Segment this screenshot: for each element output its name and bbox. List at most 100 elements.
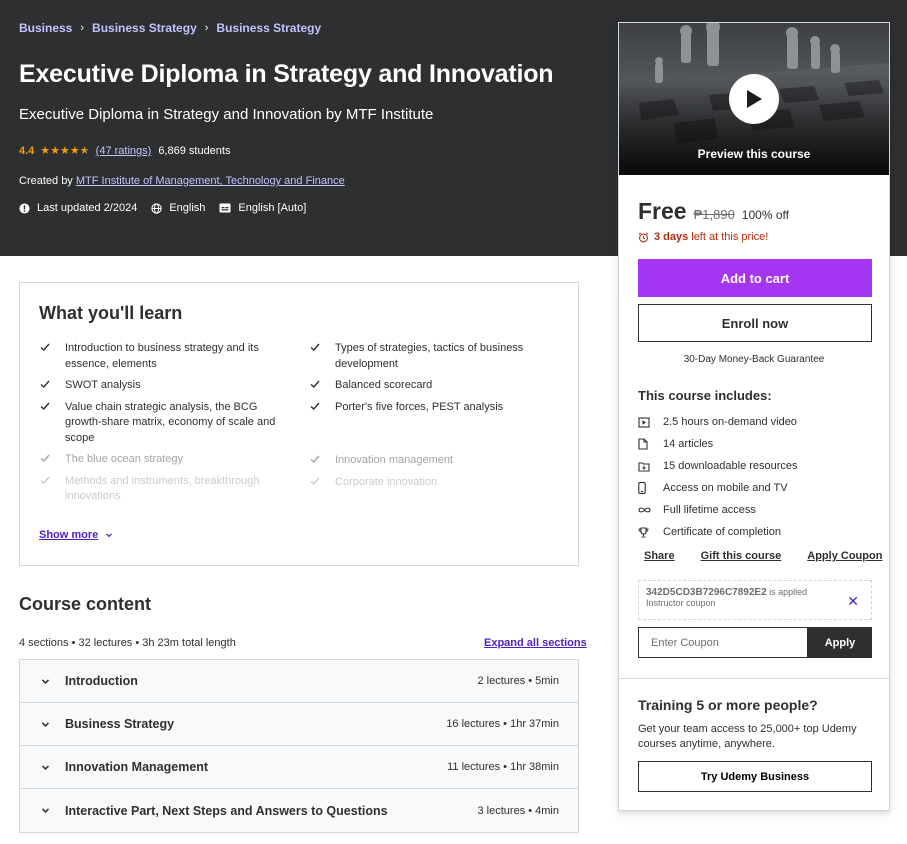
divider: [619, 678, 889, 679]
learn-item-text: Innovation management: [335, 454, 454, 466]
chevron-down-icon: [106, 533, 113, 538]
alert-badge-icon: [19, 202, 30, 214]
author-link[interactable]: MTF Institute of Management, Technology …: [76, 175, 345, 187]
section-row[interactable]: Interactive Part, Next Steps and Answers…: [20, 789, 578, 832]
apply-coupon-button[interactable]: Apply: [808, 627, 872, 658]
play-icon[interactable]: [729, 74, 779, 124]
language-text: English: [169, 202, 206, 214]
includes-title: This course includes:: [638, 388, 772, 403]
check-icon: [310, 402, 320, 410]
include-text: 2.5 hours on-demand video: [663, 416, 797, 428]
section-info: 11 lectures • 1hr 38min: [447, 761, 559, 773]
purchase-sidebar: Preview this course Free ₱1,890 100% off…: [618, 22, 890, 811]
check-icon: [310, 343, 320, 351]
star-icon: ★: [60, 144, 70, 157]
list-item: Value chain strategic analysis, the BCG …: [39, 400, 279, 447]
course-preview-video[interactable]: Preview this course: [619, 23, 889, 175]
chevron-down-icon: [40, 805, 51, 816]
timer-days: 3 days: [654, 231, 689, 243]
learn-item-text: The blue ocean strategy: [65, 453, 184, 465]
expand-all-sections-button[interactable]: Expand all sections: [484, 637, 587, 649]
learn-title: What you'll learn: [39, 303, 183, 323]
language: English: [151, 202, 205, 214]
check-icon: [310, 455, 320, 463]
coupon-form: Apply: [638, 627, 872, 658]
try-udemy-business-button[interactable]: Try Udemy Business: [638, 761, 872, 792]
learn-list-left: Introduction to business strategy and it…: [39, 341, 279, 511]
section-name: Innovation Management: [65, 760, 209, 774]
timer-text: left at this price!: [691, 231, 769, 243]
check-icon: [310, 380, 320, 388]
learn-item-text: Corporate innovation: [335, 475, 438, 488]
list-item: Porter's five forces, PEST analysis: [309, 400, 549, 416]
closed-captions-icon: [219, 203, 231, 213]
breadcrumb: Business › Business Strategy › Business …: [19, 21, 321, 35]
coupon-input[interactable]: [638, 627, 808, 658]
section-row[interactable]: Introduction 2 lectures • 5min: [20, 660, 578, 703]
coupon-applied-line: 342D5CD3B7296C7892E2 is applied: [646, 587, 864, 598]
list-item: 15 downloadable resources: [638, 455, 798, 477]
ratings-link[interactable]: (47 ratings): [96, 145, 152, 157]
list-item: SWOT analysis: [39, 378, 279, 394]
list-item: The blue ocean strategy: [39, 452, 279, 468]
list-item: 14 articles: [638, 433, 798, 455]
list-item: Full lifetime access: [638, 499, 798, 521]
breadcrumb-item-2[interactable]: Business Strategy: [92, 21, 197, 35]
file-icon: [638, 438, 656, 450]
last-updated-text: Last updated 2/2024: [37, 202, 138, 214]
list-item: Balanced scorecard: [309, 378, 549, 394]
team-title: Training 5 or more people?: [638, 697, 818, 713]
globe-icon: [151, 202, 162, 214]
breadcrumb-item-1[interactable]: Business: [19, 21, 72, 35]
apply-coupon-link[interactable]: Apply Coupon: [807, 550, 882, 562]
star-half-icon: ★: [79, 144, 90, 157]
close-icon[interactable]: ✕: [847, 593, 859, 610]
star-icon: ★: [69, 144, 80, 157]
learn-item-text: Balanced scorecard: [335, 379, 433, 391]
breadcrumb-item-3[interactable]: Business Strategy: [216, 21, 321, 35]
rating-number: 4.4: [19, 145, 35, 157]
price-row: Free ₱1,890 100% off: [638, 198, 789, 225]
course-meta: Last updated 2/2024 English English [Aut…: [19, 202, 320, 214]
section-info: 2 lectures • 5min: [477, 675, 560, 687]
enroll-now-button[interactable]: Enroll now: [638, 304, 872, 342]
mobile-icon: [638, 482, 656, 494]
video-icon: [638, 416, 656, 428]
star-icon: ★: [40, 144, 51, 157]
learn-item-text: Types of strategies, tactics of business…: [335, 342, 524, 370]
check-icon: [40, 380, 50, 388]
course-content-meta: 4 sections • 32 lectures • 3h 23m total …: [19, 637, 236, 649]
last-updated: Last updated 2/2024: [19, 202, 137, 214]
alarm-clock-icon: [638, 232, 649, 242]
check-icon: [40, 402, 50, 410]
learn-list-right: Types of strategies, tactics of business…: [309, 341, 549, 496]
share-link[interactable]: Share: [644, 550, 675, 562]
list-item: Certificate of completion: [638, 521, 798, 543]
learn-item-text: Value chain strategic analysis, the BCG …: [65, 400, 276, 444]
list-item: Methods and instruments, breakthrough in…: [39, 474, 279, 505]
download-icon: [638, 461, 656, 472]
include-text: Access on mobile and TV: [663, 482, 788, 494]
learn-item-text: SWOT analysis: [65, 379, 141, 391]
section-name: Introduction: [65, 674, 138, 688]
chevron-down-icon: [40, 762, 51, 773]
coupon-type: Instructor coupon: [646, 598, 716, 608]
star-rating: ★ ★ ★ ★ ★: [40, 144, 90, 157]
money-back-guarantee: 30-Day Money-Back Guarantee: [683, 354, 825, 365]
section-row[interactable]: Business Strategy 16 lectures • 1hr 37mi…: [20, 703, 578, 746]
gift-course-link[interactable]: Gift this course: [701, 550, 782, 562]
check-icon: [40, 343, 50, 351]
show-more-button[interactable]: Show more: [39, 529, 114, 541]
created-by: Created by MTF Institute of Management, …: [19, 175, 345, 187]
course-content-title: Course content: [19, 594, 152, 614]
list-item: 2.5 hours on-demand video: [638, 411, 798, 433]
section-list: Introduction 2 lectures • 5min Business …: [19, 659, 579, 833]
section-row[interactable]: Innovation Management 11 lectures • 1hr …: [20, 746, 578, 789]
trophy-icon: [638, 526, 656, 538]
section-info: 3 lectures • 4min: [477, 804, 560, 817]
add-to-cart-button[interactable]: Add to cart: [638, 259, 872, 297]
section-name: Interactive Part, Next Steps and Answers…: [65, 803, 388, 818]
what-you-will-learn: What you'll learn Introduction to busine…: [19, 282, 579, 566]
rating-row: 4.4 ★ ★ ★ ★ ★ (47 ratings) 6,869 student…: [19, 145, 230, 157]
original-price: ₱1,890: [693, 207, 735, 222]
